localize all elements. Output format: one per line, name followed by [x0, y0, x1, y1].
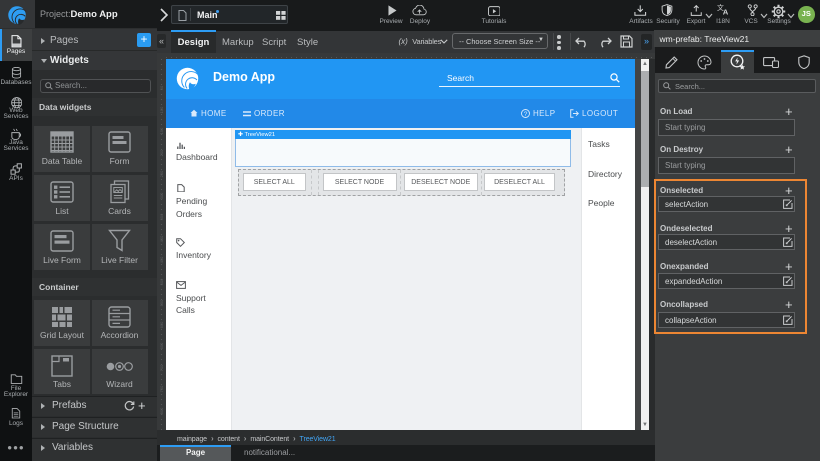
- svg-text:?: ?: [524, 110, 528, 117]
- svg-text:A: A: [723, 8, 729, 16]
